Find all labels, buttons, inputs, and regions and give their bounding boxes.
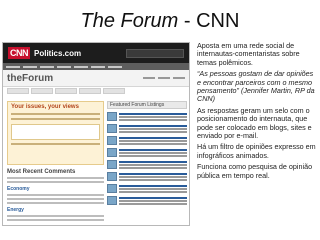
- forum-tab[interactable]: [55, 88, 77, 94]
- nav-link[interactable]: [40, 65, 54, 68]
- forum-logo[interactable]: theForum: [7, 73, 53, 84]
- nav-link[interactable]: [108, 65, 122, 68]
- description-quote: “As pessoas gostam de dar opiniões e enc…: [197, 69, 315, 104]
- thumbnail-icon: [107, 160, 117, 169]
- text-line: [11, 118, 100, 120]
- thumbnail-icon: [107, 184, 117, 193]
- text-line: [7, 219, 104, 221]
- forum-tab[interactable]: [31, 88, 53, 94]
- thumbnail-icon: [107, 148, 117, 157]
- text-line: [7, 202, 104, 204]
- slide-title: The Forum - CNN: [0, 10, 320, 33]
- nav-link[interactable]: [23, 65, 37, 68]
- listing-item[interactable]: [107, 136, 187, 145]
- forum-header: theForum: [3, 70, 189, 87]
- description-paragraph-1: Aposta em uma rede social de internautas…: [197, 41, 300, 67]
- featured-listings-title: Featured Forum Listings: [107, 101, 187, 109]
- header-link[interactable]: [143, 77, 155, 79]
- section-economy[interactable]: Economy: [7, 186, 104, 192]
- description-paragraph-3: As respostas geram um selo com o posicio…: [197, 105, 312, 141]
- search-input[interactable]: [126, 48, 184, 58]
- forum-tab[interactable]: [103, 88, 125, 94]
- nav-link[interactable]: [91, 65, 105, 68]
- issues-question-box[interactable]: [11, 124, 100, 140]
- listing-item[interactable]: [107, 148, 187, 157]
- nav-link[interactable]: [57, 65, 71, 68]
- text-line: [7, 198, 104, 200]
- issues-panel: Your issues, your views: [7, 101, 104, 165]
- header-link[interactable]: [158, 77, 170, 79]
- cnn-nav-bar: [3, 63, 189, 70]
- issues-title: Your issues, your views: [11, 104, 79, 110]
- description-paragraph-5: Funciona como pesquisa de opinião públic…: [197, 162, 313, 180]
- slide-title-rest: - CNN: [178, 10, 240, 32]
- forum-header-links: [143, 77, 185, 79]
- description-paragraph-4: Há um filtro de opiniões expresso em inf…: [197, 142, 316, 160]
- cnn-logo[interactable]: CNN: [8, 47, 30, 59]
- thumbnail-icon: [107, 124, 117, 133]
- cnn-forum-screenshot: CNN Politics.com theForum Your issues, y…: [2, 42, 190, 226]
- listing-item[interactable]: [107, 196, 187, 205]
- nav-link[interactable]: [6, 65, 20, 68]
- text-line: [7, 215, 104, 217]
- recent-comments: Most Recent Comments Economy Energy: [7, 169, 104, 221]
- forum-tab[interactable]: [79, 88, 101, 94]
- featured-listings: Featured Forum Listings: [107, 101, 187, 205]
- listing-item[interactable]: [107, 172, 187, 181]
- thumbnail-icon: [107, 196, 117, 205]
- header-link[interactable]: [173, 77, 185, 79]
- text-line: [11, 113, 100, 115]
- thumbnail-icon: [107, 136, 117, 145]
- listing-item[interactable]: [107, 184, 187, 193]
- text-line: [7, 181, 104, 183]
- text-line: [7, 194, 104, 196]
- cnn-header-bar: CNN Politics.com: [3, 43, 189, 63]
- section-energy[interactable]: Energy: [7, 207, 104, 213]
- slide-title-italic: The Forum: [80, 10, 179, 32]
- cnn-politics-subtitle: Politics.com: [34, 48, 82, 58]
- recent-comments-title: Most Recent Comments: [7, 169, 76, 175]
- listing-item[interactable]: [107, 124, 187, 133]
- description: Aposta em uma rede social de internautas…: [197, 41, 317, 183]
- listing-item[interactable]: [107, 112, 187, 121]
- listing-item[interactable]: [107, 160, 187, 169]
- forum-tab[interactable]: [7, 88, 29, 94]
- forum-tabs: [3, 87, 189, 95]
- thumbnail-icon: [107, 112, 117, 121]
- text-line: [7, 177, 104, 179]
- thumbnail-icon: [107, 172, 117, 181]
- nav-link[interactable]: [74, 65, 88, 68]
- text-line: [11, 143, 100, 145]
